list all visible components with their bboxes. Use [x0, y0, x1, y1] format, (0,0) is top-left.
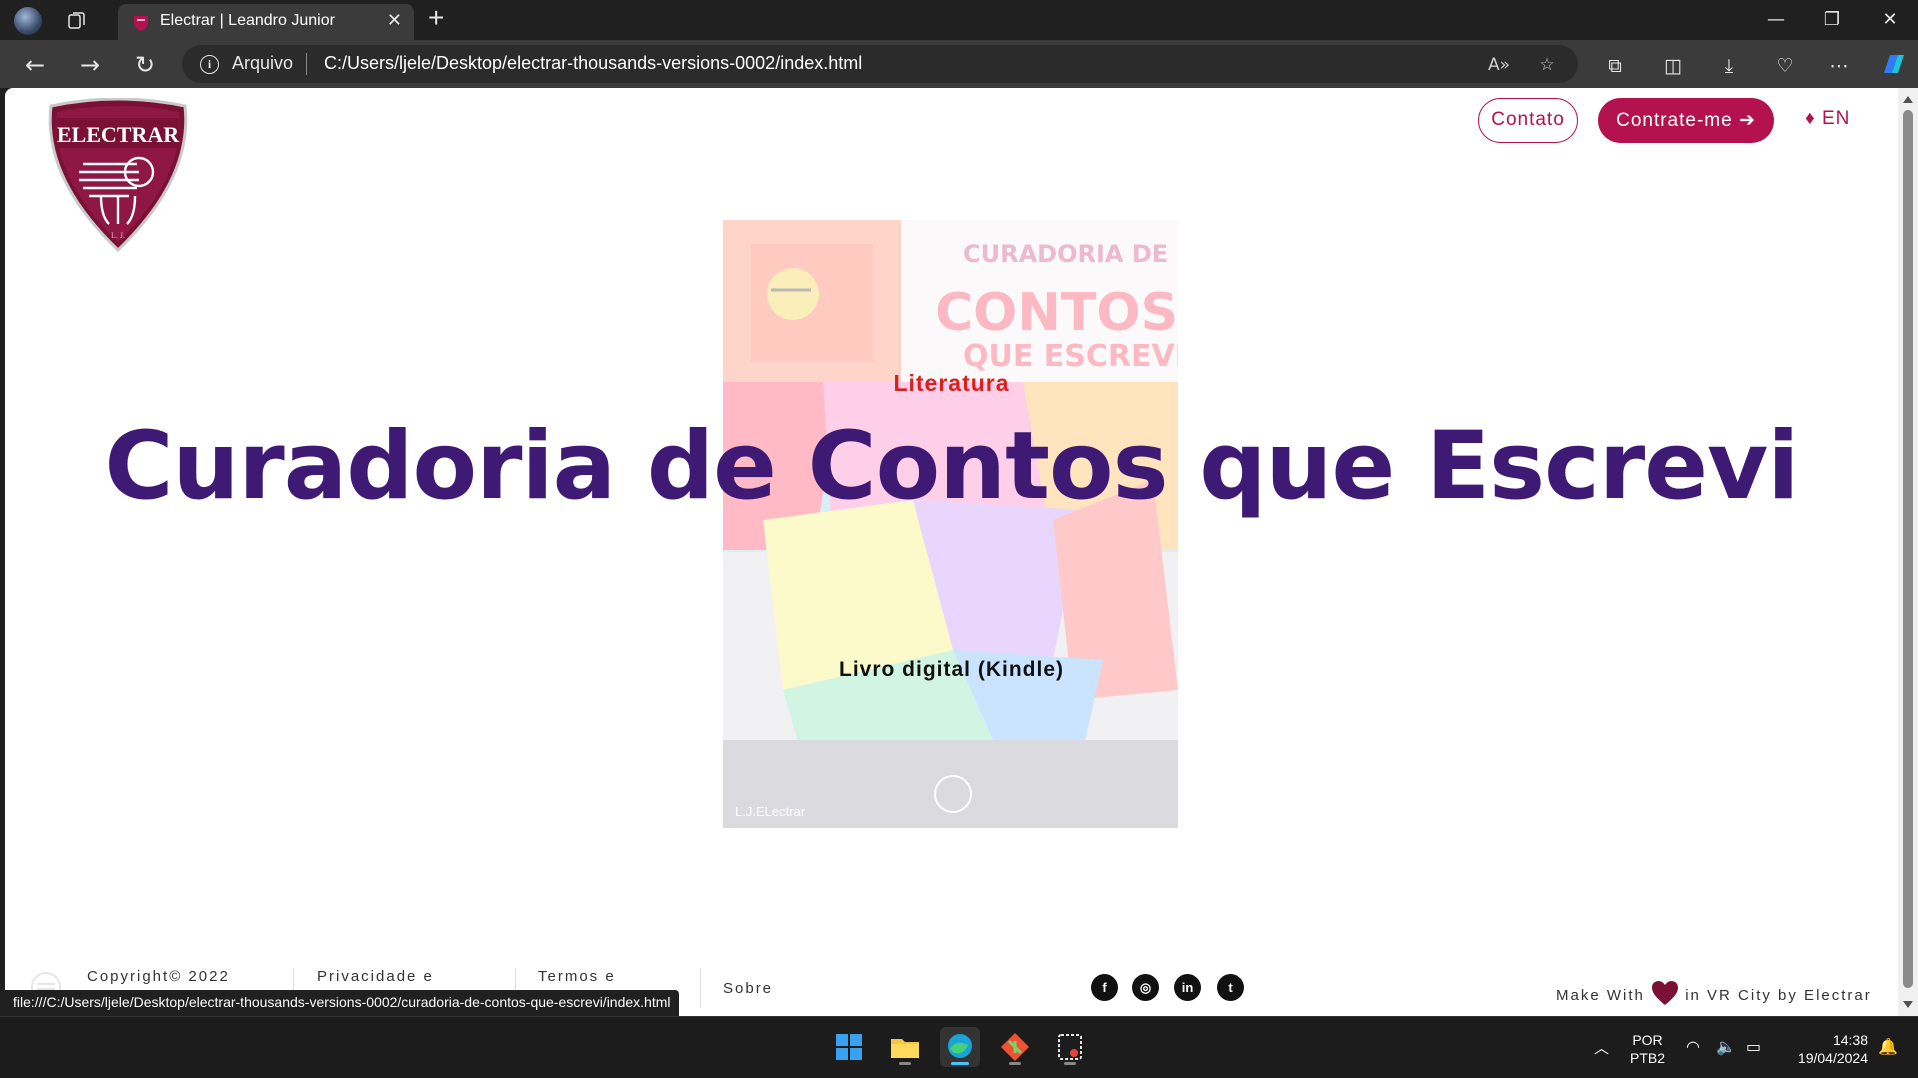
- profile-avatar[interactable]: [14, 7, 42, 35]
- address-bar[interactable]: i Arquivo C:/Users/ljele/Desktop/electra…: [182, 45, 1578, 83]
- restore-icon[interactable]: ❐: [1812, 6, 1852, 34]
- running-indicator: [1064, 1062, 1076, 1065]
- scroll-thumb[interactable]: [1903, 110, 1913, 988]
- minimize-icon[interactable]: —: [1756, 6, 1796, 34]
- language-switch[interactable]: ♦ EN: [1805, 108, 1850, 130]
- made-with-suffix: in VR City by Electrar: [1685, 987, 1872, 1004]
- address-url[interactable]: C:/Users/ljele/Desktop/electrar-thousand…: [324, 53, 862, 74]
- cover-author: L.J.ELectrar: [735, 804, 806, 819]
- close-window-icon[interactable]: ✕: [1870, 6, 1910, 34]
- running-indicator: [1009, 1062, 1021, 1065]
- snipping-tool-icon[interactable]: [1050, 1027, 1090, 1067]
- title-bar: Electrar | Leandro Junior ✕ + — ❐ ✕: [0, 0, 1918, 40]
- contact-button[interactable]: Contato: [1478, 98, 1578, 143]
- page-subtitle: Livro digital (Kindle): [839, 658, 1064, 681]
- made-with-credit: Make With in VR City by Electrar: [1556, 980, 1872, 1006]
- tray-chevron-icon[interactable]: ︿: [1594, 1037, 1609, 1058]
- windows-taskbar: ︿ POR PTB2 ◠ 🔈 ▭ 14:38 19/04/2024 🔔: [0, 1016, 1918, 1078]
- edge-browser-icon[interactable]: [940, 1027, 980, 1067]
- running-indicator: [899, 1062, 911, 1065]
- split-screen-icon[interactable]: ◫: [1660, 53, 1686, 79]
- scroll-down-arrow-icon[interactable]: [1903, 1001, 1913, 1008]
- start-windows-icon[interactable]: [829, 1027, 869, 1067]
- address-prefix: Arquivo: [232, 53, 294, 73]
- extensions-icon[interactable]: ⧉: [1602, 53, 1628, 79]
- svg-text:L. J.: L. J.: [111, 231, 125, 240]
- heart-icon: [1652, 981, 1679, 1005]
- tab-title: Electrar | Leandro Junior: [160, 12, 335, 29]
- footer-copyright: Copyright© 2022: [87, 968, 230, 985]
- footer-divider: [700, 968, 701, 1008]
- battery-icon[interactable]: ▭: [1746, 1037, 1761, 1056]
- active-indicator: [951, 1062, 969, 1065]
- footer-privacy-link[interactable]: Privacidade e: [317, 968, 434, 985]
- facebook-icon[interactable]: f: [1091, 974, 1118, 1001]
- page-scrollbar[interactable]: [1898, 88, 1918, 1016]
- file-explorer-icon[interactable]: [885, 1027, 925, 1067]
- workspaces-icon[interactable]: [66, 9, 88, 31]
- wifi-icon[interactable]: ◠: [1686, 1037, 1700, 1056]
- browser-toolbar: ← → ↻ i Arquivo C:/Users/ljele/Desktop/e…: [0, 40, 1918, 88]
- forward-icon[interactable]: →: [75, 50, 105, 80]
- system-clock[interactable]: 14:38 19/04/2024: [1784, 1031, 1868, 1067]
- notification-bell-icon[interactable]: 🔔: [1878, 1037, 1898, 1056]
- lang-line2: PTB2: [1630, 1050, 1666, 1066]
- address-separator: [306, 53, 307, 75]
- back-icon[interactable]: ←: [20, 50, 50, 80]
- linkedin-icon[interactable]: in: [1174, 974, 1201, 1001]
- git-app-icon[interactable]: [995, 1027, 1035, 1067]
- more-menu-icon[interactable]: ⋯: [1826, 53, 1852, 79]
- link-status-bar: file:///C:/Users/ljele/Desktop/electrar-…: [5, 990, 679, 1016]
- cover-title-line2: CONTOS: [935, 283, 1178, 343]
- clock-time: 14:38: [1832, 1032, 1868, 1048]
- info-icon[interactable]: i: [200, 55, 219, 74]
- twitter-icon[interactable]: t: [1217, 974, 1244, 1001]
- read-aloud-icon[interactable]: A»: [1488, 54, 1510, 76]
- scroll-up-arrow-icon[interactable]: [1903, 96, 1913, 103]
- cover-title-line3: QUE ESCREVI: [963, 339, 1178, 374]
- footer-terms-link[interactable]: Termos e: [538, 968, 616, 985]
- refresh-icon[interactable]: ↻: [130, 50, 160, 80]
- browser-tab[interactable]: Electrar | Leandro Junior ✕: [118, 4, 414, 40]
- input-language-indicator[interactable]: POR PTB2: [1630, 1031, 1665, 1067]
- clock-date: 19/04/2024: [1797, 1050, 1868, 1066]
- browser-essentials-icon[interactable]: ♡: [1772, 53, 1798, 79]
- favorite-star-icon[interactable]: ☆: [1536, 54, 1558, 76]
- made-with-prefix: Make With: [1556, 987, 1645, 1004]
- tab-close-icon[interactable]: ✕: [387, 10, 402, 31]
- category-label: Literatura: [893, 370, 1010, 396]
- instagram-icon[interactable]: ◎: [1132, 974, 1159, 1001]
- lang-line1: POR: [1632, 1032, 1663, 1048]
- footer-about-link[interactable]: Sobre: [723, 980, 773, 997]
- page-title: Curadoria de Contos que Escrevi: [104, 412, 1800, 521]
- electrar-logo[interactable]: ELECTRAR L. J.: [43, 98, 193, 256]
- new-tab-icon[interactable]: +: [428, 2, 444, 34]
- electrar-favicon-icon: [134, 16, 148, 31]
- cover-title-line1: CURADORIA DE: [963, 240, 1168, 268]
- hire-me-button[interactable]: Contrate-me ➔: [1598, 98, 1774, 143]
- page-viewport: ELECTRAR L. J. Contato Contrate-me ➔ ♦ E…: [5, 88, 1898, 1016]
- downloads-icon[interactable]: ⤓: [1716, 53, 1742, 79]
- copilot-icon[interactable]: [1878, 49, 1910, 81]
- volume-icon[interactable]: 🔈: [1716, 1037, 1736, 1056]
- svg-text:ELECTRAR: ELECTRAR: [57, 122, 180, 147]
